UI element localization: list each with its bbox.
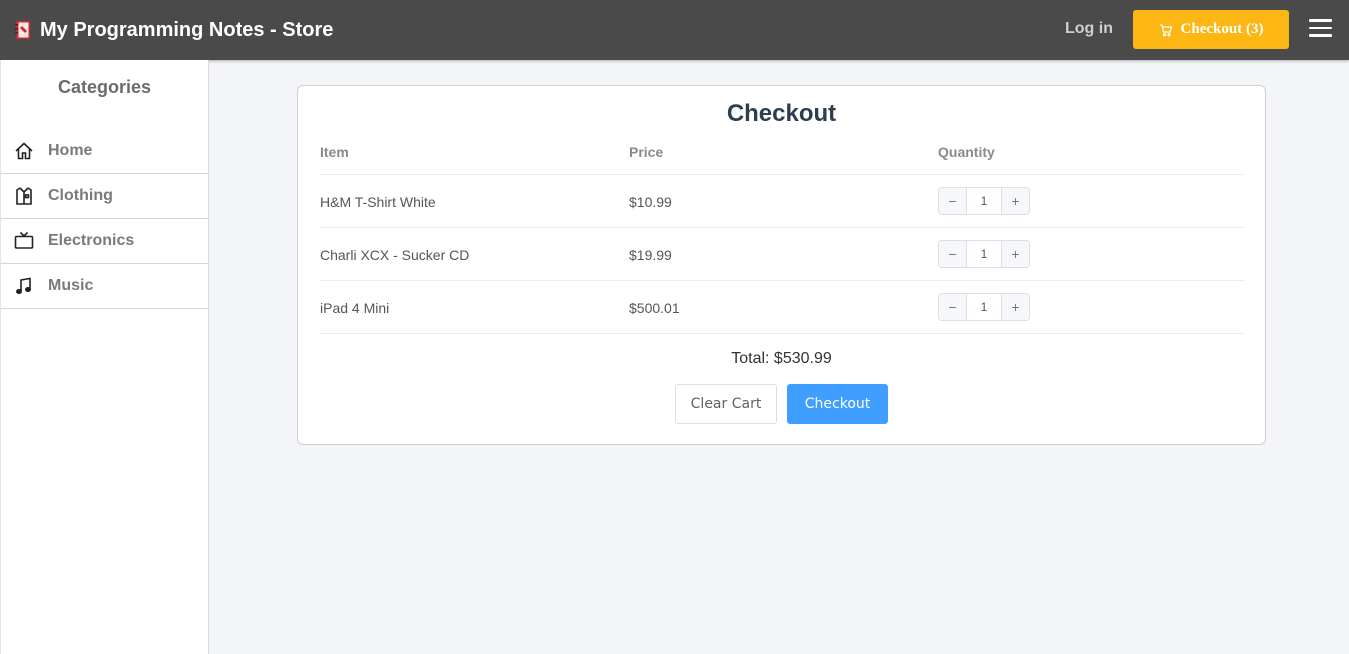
shirt-icon <box>14 186 34 206</box>
column-header-quantity: Quantity <box>938 144 995 160</box>
checkout-card: Checkout Item Price Quantity H&M T-Shirt… <box>297 85 1266 445</box>
cart-total: Total: $530.99 <box>731 350 832 367</box>
row-divider <box>319 333 1245 334</box>
sidebar-item-label: Home <box>48 142 93 159</box>
row-item-price: $500.01 <box>629 300 680 316</box>
sidebar-item-label: Clothing <box>48 187 113 204</box>
login-link[interactable]: Log in <box>1065 20 1113 38</box>
notebook-icon <box>14 20 32 40</box>
top-navbar: My Programming Notes - Store Log in Chec… <box>0 0 1349 60</box>
increase-quantity-button[interactable]: + <box>1001 294 1029 320</box>
quantity-input[interactable] <box>967 294 1001 320</box>
sidebar-title: Categories <box>57 77 152 97</box>
quantity-input[interactable] <box>967 241 1001 267</box>
decrease-quantity-button[interactable]: − <box>939 188 967 214</box>
sidebar-item-label: Music <box>48 277 94 294</box>
row-item-name: Charli XCX - Sucker CD <box>320 247 470 263</box>
row-divider <box>319 280 1245 281</box>
sidebar-item-clothing[interactable]: Clothing <box>1 174 208 219</box>
decrease-quantity-button[interactable]: − <box>939 241 967 267</box>
clear-cart-button[interactable]: Clear Cart <box>675 384 777 424</box>
checkout-button[interactable]: Checkout <box>787 384 888 424</box>
row-item-price: $10.99 <box>629 194 672 210</box>
music-note-icon <box>14 276 34 296</box>
tv-icon <box>14 231 34 251</box>
brand[interactable]: My Programming Notes - Store <box>14 0 333 60</box>
header-checkout-label: Checkout (3) <box>1180 21 1264 37</box>
quantity-stepper: − + <box>938 187 1030 215</box>
increase-quantity-button[interactable]: + <box>1001 241 1029 267</box>
home-icon <box>14 141 34 161</box>
sidebar-item-electronics[interactable]: Electronics <box>1 219 208 264</box>
increase-quantity-button[interactable]: + <box>1001 188 1029 214</box>
row-divider <box>319 227 1245 228</box>
sidebar-item-home[interactable]: Home <box>1 129 208 174</box>
hamburger-menu-icon[interactable] <box>1309 19 1332 39</box>
column-header-price: Price <box>629 144 664 160</box>
row-item-name: H&M T-Shirt White <box>320 194 436 210</box>
cart-icon <box>1159 23 1173 37</box>
quantity-stepper: − + <box>938 293 1030 321</box>
row-divider <box>319 174 1245 175</box>
quantity-input[interactable] <box>967 188 1001 214</box>
app-title: My Programming Notes - Store <box>40 18 334 41</box>
decrease-quantity-button[interactable]: − <box>939 294 967 320</box>
row-item-name: iPad 4 Mini <box>320 300 390 316</box>
sidebar-item-label: Electronics <box>48 232 135 249</box>
checkout-title: Checkout <box>726 100 837 127</box>
quantity-stepper: − + <box>938 240 1030 268</box>
row-item-price: $19.99 <box>629 247 672 263</box>
sidebar-item-music[interactable]: Music <box>1 264 208 309</box>
column-header-item: Item <box>320 144 349 160</box>
categories-sidebar: Categories Home Clothing Electronics Mus… <box>0 60 209 654</box>
header-checkout-button[interactable]: Checkout (3) <box>1133 10 1289 49</box>
